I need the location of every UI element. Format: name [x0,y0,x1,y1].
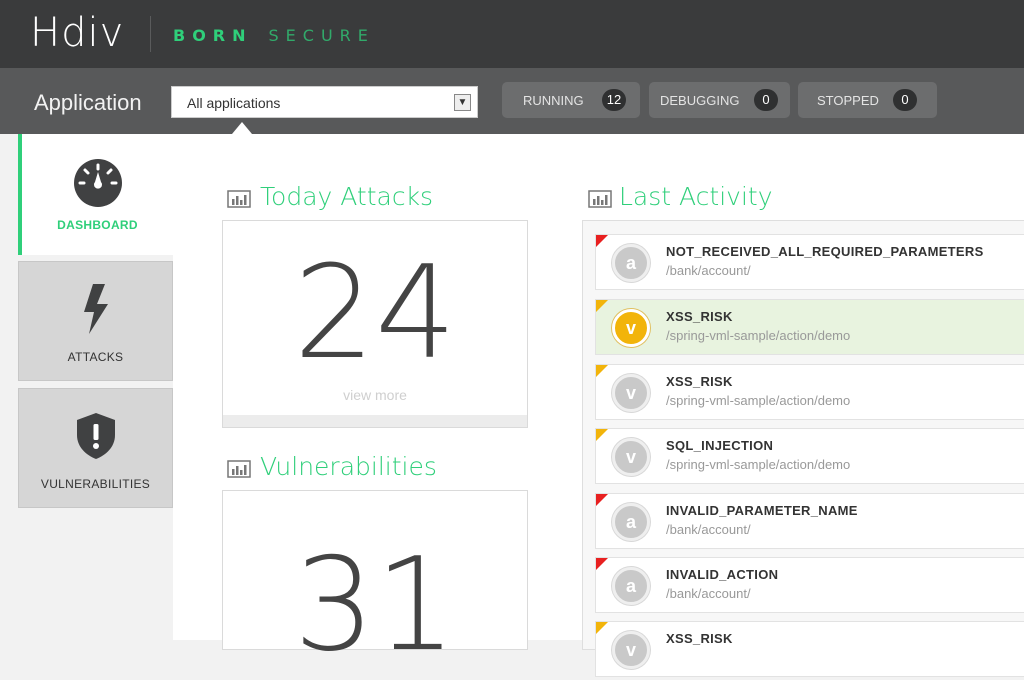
activity-name: XSS_RISK [666,374,733,389]
sidebar-item-dashboard[interactable]: DASHBOARD [18,134,173,255]
severity-flag [596,622,608,634]
activity-row[interactable]: v XSS_RISK /spring-vml-sample/action/dem… [595,299,1024,355]
last-activity-list: a NOT_RECEIVED_ALL_REQUIRED_PARAMETERS /… [582,220,1024,677]
activity-row[interactable]: v XSS_RISK /spring-vml-sample/action/dem… [595,364,1024,420]
activity-row[interactable]: v SQL_INJECTION /spring-vml-sample/actio… [595,428,1024,484]
severity-flag [596,429,608,441]
activity-path: /bank/account/ [666,586,751,601]
lightning-icon [83,284,108,334]
application-bar: Application All applications ▼ RUNNING 1… [0,68,1024,134]
sidebar-item-label: DASHBOARD [57,218,138,232]
today-attacks-count: 24 [293,239,457,388]
activity-name: XSS_RISK [666,631,733,646]
stopped-filter[interactable]: STOPPED 0 [798,82,937,118]
chevron-down-icon[interactable]: ▼ [454,94,471,111]
activity-name: SQL_INJECTION [666,438,774,453]
severity-flag [596,235,608,247]
running-label: RUNNING [523,93,584,108]
select-notch [232,122,252,134]
activity-path: /spring-vml-sample/action/demo [666,328,851,343]
activity-name: INVALID_ACTION [666,567,779,582]
hdiv-logo[interactable]: Hdiv [30,10,124,56]
activity-row[interactable]: a INVALID_PARAMETER_NAME /bank/account/ [595,493,1024,549]
severity-flag [596,300,608,312]
last-activity-title: Last Activity [619,182,773,211]
activity-path: /spring-vml-sample/action/demo [666,393,851,408]
activity-row[interactable]: a NOT_RECEIVED_ALL_REQUIRED_PARAMETERS /… [595,234,1024,290]
bar-chart-icon [588,190,612,208]
severity-flag [596,494,608,506]
stopped-label: STOPPED [817,93,879,108]
activity-avatar: a [612,244,650,282]
activity-row[interactable]: a INVALID_ACTION /bank/account/ [595,557,1024,613]
top-bar: Hdiv BORN SECURE [0,0,1024,68]
activity-avatar: v [612,309,650,347]
activity-name: XSS_RISK [666,309,733,324]
activity-path: /bank/account/ [666,263,751,278]
application-label: Application [34,90,142,115]
tagline-born: BORN [173,26,253,45]
gauge-icon [73,159,122,207]
bar-chart-icon [227,460,251,478]
activity-avatar: a [612,567,650,605]
application-select-value: All applications [187,95,281,111]
activity-avatar: v [612,631,650,669]
today-attacks-card[interactable]: 24 view more [222,220,528,428]
activity-name: INVALID_PARAMETER_NAME [666,503,858,518]
running-count-badge: 12 [602,89,626,111]
running-filter[interactable]: RUNNING 12 [502,82,640,118]
sidebar-item-attacks[interactable]: ATTACKS [18,261,173,381]
debugging-count-badge: 0 [754,89,778,111]
view-more-link[interactable]: view more [223,387,527,403]
activity-avatar: a [612,503,650,541]
activity-name: NOT_RECEIVED_ALL_REQUIRED_PARAMETERS [666,244,984,259]
sidebar-item-label: VULNERABILITIES [40,477,151,491]
activity-avatar: v [612,374,650,412]
activity-row[interactable]: v XSS_RISK [595,621,1024,677]
vulnerabilities-count: 31 [293,531,457,680]
debugging-label: DEBUGGING [660,93,740,108]
debugging-filter[interactable]: DEBUGGING 0 [649,82,790,118]
application-select[interactable]: All applications ▼ [171,86,478,118]
bar-chart-icon [227,190,251,208]
vulnerabilities-title: Vulnerabilities [260,452,437,481]
activity-path: /spring-vml-sample/action/demo [666,457,851,472]
vulnerabilities-card[interactable]: 31 [222,490,528,680]
sidebar-item-vulnerabilities[interactable]: VULNERABILITIES [18,388,173,508]
tagline: BORN SECURE [173,26,375,45]
stopped-count-badge: 0 [893,89,917,111]
activity-path: /bank/account/ [666,522,751,537]
tagline-secure: SECURE [268,26,375,45]
severity-flag [596,365,608,377]
dashboard-content: Today Attacks 24 view more Vulnerabiliti… [173,134,1024,680]
shield-alert-icon [76,413,115,459]
sidebar-item-label: ATTACKS [67,350,124,364]
activity-avatar: v [612,438,650,476]
card-footer [223,415,527,427]
logo-divider [150,16,151,52]
today-attacks-title: Today Attacks [260,182,434,211]
severity-flag [596,558,608,570]
sidebar-nav: DASHBOARD ATTACKS VULNERABILITIES [18,134,173,640]
